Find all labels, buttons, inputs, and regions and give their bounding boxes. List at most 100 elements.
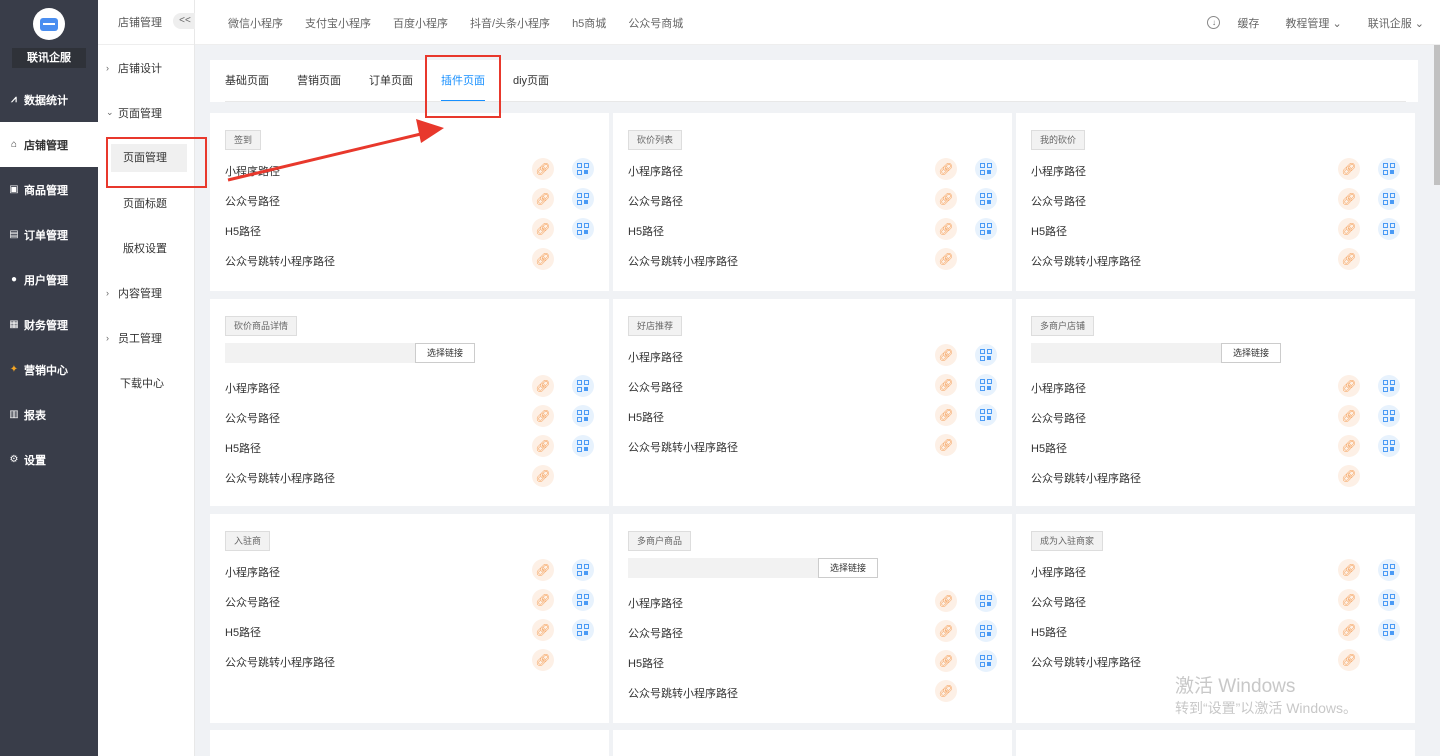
qrcode-icon[interactable] xyxy=(1378,218,1400,240)
sidebar-item-finance[interactable]: ▦ 财务管理 xyxy=(0,302,98,347)
qrcode-icon[interactable] xyxy=(572,435,594,457)
qrcode-icon[interactable] xyxy=(572,619,594,641)
sidebar-item-marketing[interactable]: ✦ 营销中心 xyxy=(0,347,98,392)
qrcode-icon[interactable] xyxy=(572,405,594,427)
link-icon[interactable]: 🔗︎ xyxy=(532,218,554,240)
link-icon[interactable]: 🔗︎ xyxy=(532,589,554,611)
scrollbar[interactable] xyxy=(1434,45,1440,185)
qrcode-icon[interactable] xyxy=(572,589,594,611)
tab-wechat-mini[interactable]: 微信小程序 xyxy=(228,15,283,31)
link-icon[interactable]: 🔗︎ xyxy=(532,465,554,487)
qrcode-icon[interactable] xyxy=(975,218,997,240)
link-input[interactable] xyxy=(1031,343,1221,363)
link-icon[interactable]: 🔗︎ xyxy=(1338,465,1360,487)
qrcode-icon[interactable] xyxy=(975,344,997,366)
link-icon[interactable]: 🔗︎ xyxy=(1338,188,1360,210)
qrcode-icon[interactable] xyxy=(1378,589,1400,611)
link-icon[interactable]: 🔗︎ xyxy=(935,374,957,396)
qrcode-icon[interactable] xyxy=(975,590,997,612)
tab-order-pages[interactable]: 订单页面 xyxy=(369,60,413,102)
download-icon[interactable]: ↓ xyxy=(1207,16,1221,29)
qrcode-icon[interactable] xyxy=(975,158,997,180)
qrcode-icon[interactable] xyxy=(1378,405,1400,427)
tab-h5-mall[interactable]: h5商城 xyxy=(572,15,606,31)
qrcode-icon[interactable] xyxy=(572,218,594,240)
link-icon[interactable]: 🔗︎ xyxy=(935,344,957,366)
link-icon[interactable]: 🔗︎ xyxy=(935,680,957,702)
tab-marketing-pages[interactable]: 营销页面 xyxy=(297,60,341,102)
qrcode-icon[interactable] xyxy=(1378,158,1400,180)
select-link-button[interactable]: 选择链接 xyxy=(415,343,475,363)
link-icon[interactable]: 🔗︎ xyxy=(1338,158,1360,180)
qrcode-icon[interactable] xyxy=(1378,435,1400,457)
select-link-button[interactable]: 选择链接 xyxy=(818,558,878,578)
link-icon[interactable]: 🔗︎ xyxy=(935,158,957,180)
link-icon[interactable]: 🔗︎ xyxy=(532,375,554,397)
qrcode-icon[interactable] xyxy=(975,404,997,426)
link-icon[interactable]: 🔗︎ xyxy=(935,218,957,240)
qrcode-icon[interactable] xyxy=(572,375,594,397)
link-input[interactable] xyxy=(628,558,818,578)
tab-official-mall[interactable]: 公众号商城 xyxy=(628,15,683,31)
tab-alipay-mini[interactable]: 支付宝小程序 xyxy=(305,15,371,31)
link-input[interactable] xyxy=(225,343,415,363)
link-icon[interactable]: 🔗︎ xyxy=(935,434,957,456)
tab-douyin-mini[interactable]: 抖音/头条小程序 xyxy=(470,15,550,31)
link-icon[interactable]: 🔗︎ xyxy=(1338,589,1360,611)
qrcode-icon[interactable] xyxy=(1378,188,1400,210)
sub-nav-group-staff[interactable]: › 员工管理 xyxy=(98,315,194,360)
qrcode-icon[interactable] xyxy=(975,620,997,642)
link-icon[interactable]: 🔗︎ xyxy=(532,248,554,270)
link-icon[interactable]: 🔗︎ xyxy=(935,590,957,612)
sub-nav-item-copyright[interactable]: 版权设置 xyxy=(98,225,194,270)
link-icon[interactable]: 🔗︎ xyxy=(1338,248,1360,270)
select-link-button[interactable]: 选择链接 xyxy=(1221,343,1281,363)
sub-nav-group-design[interactable]: › 店铺设计 xyxy=(98,45,194,90)
sidebar-item-settings[interactable]: ⚙ 设置 xyxy=(0,437,98,482)
tutorial-dropdown[interactable]: 教程管理 ⌄ xyxy=(1285,15,1341,31)
tab-diy-pages[interactable]: diy页面 xyxy=(513,60,549,102)
sidebar-item-shop[interactable]: ⌂ 店铺管理 xyxy=(0,122,98,167)
qrcode-icon[interactable] xyxy=(975,374,997,396)
sidebar-item-report[interactable]: ▥ 报表 xyxy=(0,392,98,437)
sidebar-item-goods[interactable]: ▣ 商品管理 xyxy=(0,167,98,212)
qrcode-icon[interactable] xyxy=(1378,619,1400,641)
account-dropdown[interactable]: 联讯企服 ⌄ xyxy=(1368,15,1424,31)
link-icon[interactable]: 🔗︎ xyxy=(532,188,554,210)
link-icon[interactable]: 🔗︎ xyxy=(935,188,957,210)
link-icon[interactable]: 🔗︎ xyxy=(1338,435,1360,457)
link-icon[interactable]: 🔗︎ xyxy=(935,620,957,642)
link-icon[interactable]: 🔗︎ xyxy=(1338,559,1360,581)
link-icon[interactable]: 🔗︎ xyxy=(1338,375,1360,397)
sidebar-item-data[interactable]: ⩘ 数据统计 xyxy=(0,77,98,122)
link-icon[interactable]: 🔗︎ xyxy=(1338,649,1360,671)
link-icon[interactable]: 🔗︎ xyxy=(1338,218,1360,240)
qrcode-icon[interactable] xyxy=(572,188,594,210)
link-icon[interactable]: 🔗︎ xyxy=(532,405,554,427)
sub-nav-item-download[interactable]: 下载中心 xyxy=(98,360,194,405)
qrcode-icon[interactable] xyxy=(1378,559,1400,581)
qrcode-icon[interactable] xyxy=(572,559,594,581)
qrcode-icon[interactable] xyxy=(975,188,997,210)
tab-baidu-mini[interactable]: 百度小程序 xyxy=(393,15,448,31)
link-icon[interactable]: 🔗︎ xyxy=(1338,405,1360,427)
sub-nav-group-pages[interactable]: ⌄ 页面管理 xyxy=(98,90,194,135)
link-icon[interactable]: 🔗︎ xyxy=(935,404,957,426)
sidebar-item-orders[interactable]: ▤ 订单管理 xyxy=(0,212,98,257)
sub-nav-group-content[interactable]: › 内容管理 xyxy=(98,270,194,315)
link-icon[interactable]: 🔗︎ xyxy=(935,248,957,270)
link-icon[interactable]: 🔗︎ xyxy=(935,650,957,672)
qrcode-icon[interactable] xyxy=(1378,375,1400,397)
cache-link[interactable]: 缓存 xyxy=(1237,15,1259,31)
tab-basic-pages[interactable]: 基础页面 xyxy=(225,60,269,102)
link-icon[interactable]: 🔗︎ xyxy=(532,649,554,671)
link-icon[interactable]: 🔗︎ xyxy=(532,559,554,581)
link-icon[interactable]: 🔗︎ xyxy=(1338,619,1360,641)
sidebar-item-users[interactable]: ● 用户管理 xyxy=(0,257,98,302)
link-icon[interactable]: 🔗︎ xyxy=(532,619,554,641)
qrcode-icon[interactable] xyxy=(975,650,997,672)
link-icon[interactable]: 🔗︎ xyxy=(532,435,554,457)
collapse-button[interactable]: << xyxy=(173,13,197,29)
qrcode-icon[interactable] xyxy=(572,158,594,180)
link-icon[interactable]: 🔗︎ xyxy=(532,158,554,180)
